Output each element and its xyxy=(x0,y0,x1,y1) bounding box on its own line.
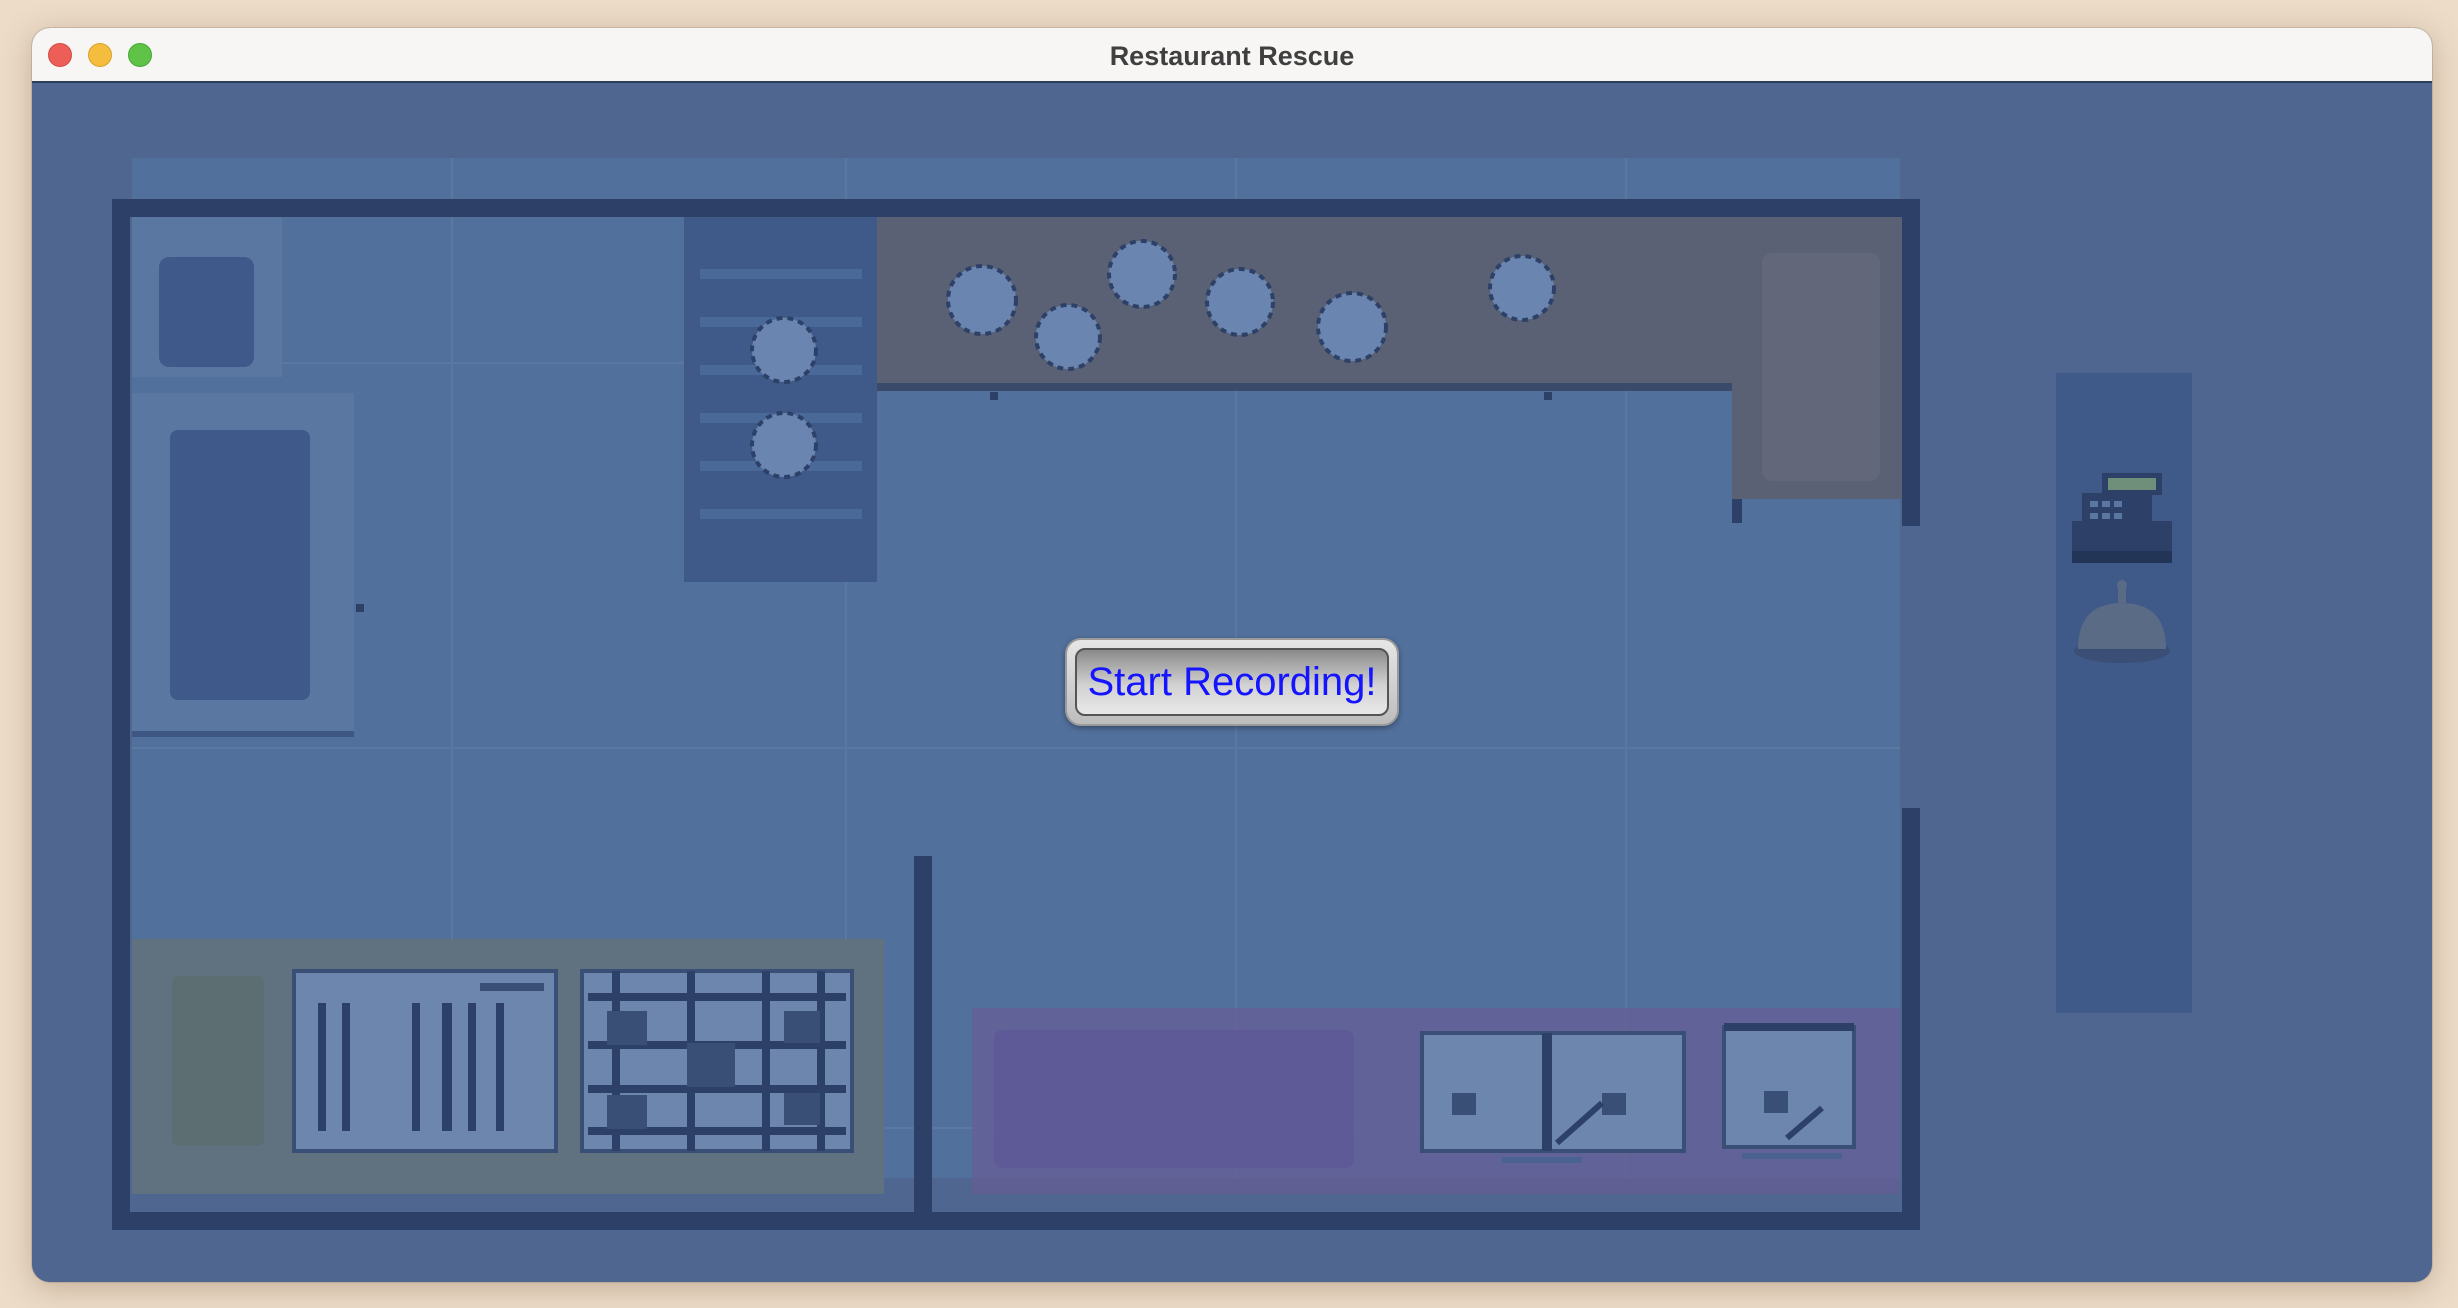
stove xyxy=(580,969,854,1153)
trash-slot xyxy=(172,976,264,1146)
prep-table xyxy=(170,430,310,700)
start-recording-button[interactable]: Start Recording! xyxy=(1065,638,1399,726)
game-scene: Start Recording! xyxy=(32,83,2432,1282)
sink-left xyxy=(1420,1031,1686,1163)
sink-right xyxy=(1722,1023,1856,1159)
order-panel xyxy=(2056,373,2192,1013)
window-title: Restaurant Rescue xyxy=(1109,41,1355,71)
title-bar: Restaurant Rescue xyxy=(32,28,2432,83)
storage-bin xyxy=(159,257,254,367)
start-recording-label: Start Recording! xyxy=(1075,648,1389,716)
app-window: Restaurant Rescue Start Recording! xyxy=(32,28,2432,1282)
fridge xyxy=(292,969,558,1153)
